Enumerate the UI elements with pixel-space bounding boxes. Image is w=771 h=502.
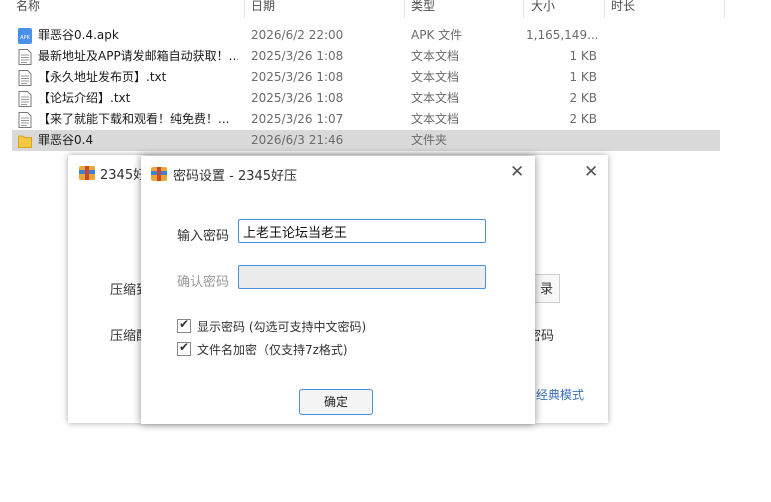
file-size xyxy=(526,130,597,151)
file-date: 2025/3/26 1:07 xyxy=(251,112,344,126)
column-divider[interactable] xyxy=(244,0,245,18)
text-file-icon xyxy=(18,91,32,107)
file-name: 【来了就能下载和观看！纯免费！... xyxy=(38,112,230,126)
column-divider[interactable] xyxy=(604,0,605,18)
close-icon[interactable]: ✕ xyxy=(584,163,598,181)
column-header-size[interactable]: 大小 xyxy=(531,0,555,15)
dialog-title: 密码设置 - 2345好压 xyxy=(173,169,298,184)
show-password-checkbox[interactable]: ✔ xyxy=(177,317,191,333)
ok-button[interactable]: 确定 xyxy=(299,389,373,415)
column-header-bar: 名称 日期 类型 大小 时长 xyxy=(0,0,771,18)
column-divider[interactable] xyxy=(523,0,524,18)
column-header-duration[interactable]: 时长 xyxy=(611,0,635,15)
file-row[interactable]: 【永久地址发布页】.txt 2025/3/26 1:08 文本文档 1 KB xyxy=(12,67,720,88)
2345-haozip-icon xyxy=(79,166,95,180)
file-row[interactable]: 【论坛介绍】.txt 2025/3/26 1:08 文本文档 2 KB xyxy=(12,88,720,109)
text-file-icon xyxy=(18,112,32,128)
file-date: 2025/3/26 1:08 xyxy=(251,91,344,105)
file-date: 2026/6/3 21:46 xyxy=(251,133,344,147)
text-file-icon xyxy=(18,70,32,86)
folder-icon xyxy=(18,135,32,148)
column-header-name[interactable]: 名称 xyxy=(16,0,40,15)
encrypt-filenames-label[interactable]: 文件名加密（仅支持7z格式) xyxy=(197,341,348,358)
file-type: 文本文档 xyxy=(411,91,460,105)
confirm-password-input[interactable] xyxy=(238,265,486,289)
2345-haozip-icon xyxy=(151,167,167,181)
column-header-type[interactable]: 类型 xyxy=(411,0,435,15)
file-size: 1 KB xyxy=(569,70,597,84)
file-type: APK 文件 xyxy=(411,28,463,42)
password-input[interactable] xyxy=(238,219,486,243)
file-name: 【永久地址发布页】.txt xyxy=(38,70,167,84)
encrypt-filenames-checkbox[interactable]: ✔ xyxy=(177,340,191,356)
file-row[interactable]: APK 罪恶谷0.4.apk 2026/6/2 22:00 APK 文件 1,1… xyxy=(12,25,720,46)
file-name: 罪恶谷0.4.apk xyxy=(38,28,119,42)
text-file-icon xyxy=(18,49,32,65)
column-divider[interactable] xyxy=(404,0,405,18)
file-type: 文本文档 xyxy=(411,70,460,84)
show-password-label[interactable]: 显示密码 (勾选可支持中文密码) xyxy=(197,318,366,335)
file-name: 最新地址及APP请发邮箱自动获取！... xyxy=(38,49,238,63)
file-name: 【论坛介绍】.txt xyxy=(38,91,131,105)
window-title: 2345好 xyxy=(100,168,147,183)
file-date: 2026/6/2 22:00 xyxy=(251,28,344,42)
file-type: 文本文档 xyxy=(411,112,460,126)
password-label: 输入密码 xyxy=(177,229,230,244)
file-size: 1 KB xyxy=(569,49,597,63)
file-size: 2 KB xyxy=(569,91,597,105)
file-row-selected[interactable]: 罪恶谷0.4 2026/6/3 21:46 文件夹 xyxy=(12,130,720,151)
file-row[interactable]: 【来了就能下载和观看！纯免费！... 2025/3/26 1:07 文本文档 2… xyxy=(12,109,720,130)
file-date: 2025/3/26 1:08 xyxy=(251,70,344,84)
file-name: 罪恶谷0.4 xyxy=(38,133,94,147)
column-divider[interactable] xyxy=(724,0,725,18)
file-size: 1,165,149... xyxy=(526,28,597,42)
checkmark-icon: ✔ xyxy=(179,317,190,331)
file-size: 2 KB xyxy=(569,112,597,126)
svg-text:APK: APK xyxy=(20,35,30,41)
password-dialog: 密码设置 - 2345好压 ✕ 输入密码 确认密码 ✔ 显示密码 (勾选可支持中… xyxy=(141,156,535,424)
checkmark-icon: ✔ xyxy=(179,340,190,354)
file-row[interactable]: 最新地址及APP请发邮箱自动获取！... 2025/3/26 1:08 文本文档… xyxy=(12,46,720,67)
file-date: 2025/3/26 1:08 xyxy=(251,49,344,63)
file-type: 文件夹 xyxy=(411,133,448,147)
close-icon[interactable]: ✕ xyxy=(510,163,524,181)
confirm-password-label: 确认密码 xyxy=(177,275,230,290)
apk-file-icon: APK xyxy=(18,28,32,44)
file-type: 文本文档 xyxy=(411,49,460,63)
column-header-date[interactable]: 日期 xyxy=(251,0,275,15)
classic-mode-link[interactable]: 经典模式 xyxy=(536,386,584,403)
